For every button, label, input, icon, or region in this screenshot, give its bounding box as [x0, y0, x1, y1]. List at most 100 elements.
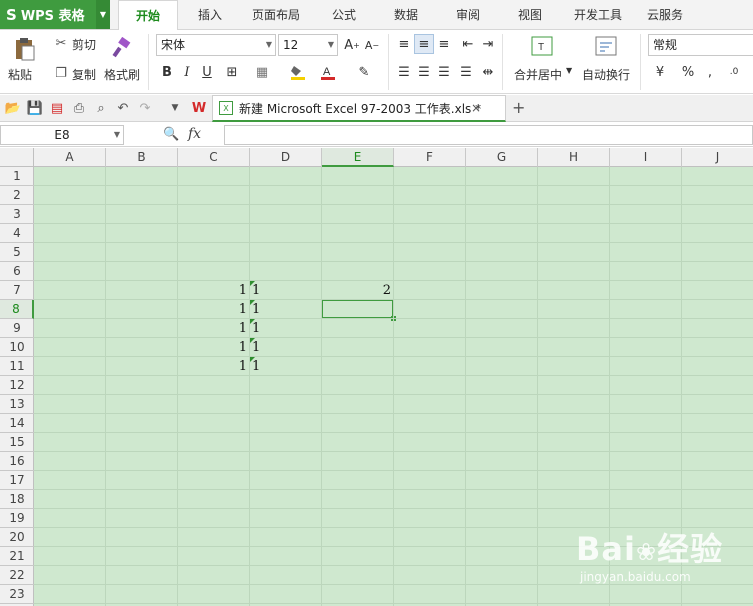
italic-icon[interactable]: I: [177, 62, 197, 82]
save-icon[interactable]: 💾: [26, 99, 44, 117]
chevron-down-icon[interactable]: ▼: [166, 99, 184, 117]
increase-decimal-icon[interactable]: .0: [724, 62, 744, 82]
column-header-c[interactable]: C: [178, 148, 250, 167]
cell-d11[interactable]: 1: [250, 357, 322, 376]
cell-c9[interactable]: 1: [178, 319, 250, 338]
align-right-icon[interactable]: ☰: [434, 62, 454, 82]
open-folder-icon[interactable]: 📂: [4, 99, 22, 117]
format-painter-icon[interactable]: [110, 36, 134, 60]
tab-home[interactable]: 开始: [118, 0, 178, 31]
align-middle-icon[interactable]: ≡: [414, 34, 434, 54]
row-header-18[interactable]: 18: [0, 490, 34, 509]
decrease-font-icon[interactable]: A −: [362, 35, 382, 55]
row-header-21[interactable]: 21: [0, 547, 34, 566]
cell-c7[interactable]: 1: [178, 281, 250, 300]
cell-c11[interactable]: 1: [178, 357, 250, 376]
row-header-22[interactable]: 22: [0, 566, 34, 585]
redo-icon[interactable]: ↷: [136, 99, 154, 117]
wrap-text-icon[interactable]: [594, 34, 618, 58]
error-indicator-icon[interactable]: [250, 338, 255, 343]
number-format-select[interactable]: 常规: [648, 34, 753, 56]
fill-color-icon[interactable]: [288, 62, 308, 82]
tab-view[interactable]: 视图: [506, 0, 554, 30]
column-header-f[interactable]: F: [394, 148, 466, 167]
wrap-text-button[interactable]: 自动换行: [582, 66, 630, 83]
font-name-select[interactable]: 宋体 ▼: [156, 34, 276, 56]
app-menu-button[interactable]: S WPS 表格 ▼: [0, 0, 110, 29]
bold-icon[interactable]: B: [157, 62, 177, 82]
align-bottom-icon[interactable]: ≡: [434, 34, 454, 54]
close-icon[interactable]: ×: [471, 101, 481, 115]
column-header-g[interactable]: G: [466, 148, 538, 167]
chevron-down-icon[interactable]: ▼: [566, 66, 572, 75]
cell-e7[interactable]: 2: [322, 281, 394, 300]
cell-d10[interactable]: 1: [250, 338, 322, 357]
row-header-2[interactable]: 2: [0, 186, 34, 205]
scissors-icon[interactable]: ✂: [52, 34, 70, 52]
thousands-icon[interactable]: ,: [700, 62, 720, 82]
active-cell-selection[interactable]: [321, 299, 394, 319]
justify-icon[interactable]: ☰: [456, 62, 476, 82]
row-header-8[interactable]: 8: [0, 300, 34, 319]
paste-icon[interactable]: [12, 36, 38, 62]
column-header-j[interactable]: J: [682, 148, 753, 167]
wps-logo-icon[interactable]: W: [190, 99, 208, 117]
export-pdf-icon[interactable]: ▤: [48, 99, 66, 117]
row-header-12[interactable]: 12: [0, 376, 34, 395]
increase-font-icon[interactable]: A +: [342, 35, 362, 55]
print-preview-icon[interactable]: ⌕: [92, 99, 110, 117]
indent-increase-icon[interactable]: ⇥: [478, 34, 498, 54]
align-left-icon[interactable]: ☰: [394, 62, 414, 82]
tab-review[interactable]: 审阅: [444, 0, 492, 30]
name-box[interactable]: E8 ▼: [0, 125, 124, 145]
column-header-e[interactable]: E: [322, 148, 394, 167]
row-header-16[interactable]: 16: [0, 452, 34, 471]
row-header-23[interactable]: 23: [0, 585, 34, 604]
percent-icon[interactable]: %: [678, 62, 698, 82]
font-size-select[interactable]: 12 ▼: [278, 34, 338, 56]
distribute-icon[interactable]: ⇹: [478, 62, 498, 82]
chevron-down-icon[interactable]: ▼: [96, 0, 110, 29]
cell-c8[interactable]: 1: [178, 300, 250, 319]
tab-cloud[interactable]: 云服务: [638, 0, 692, 30]
merge-center-button[interactable]: 合并居中: [514, 66, 562, 83]
row-header-6[interactable]: 6: [0, 262, 34, 281]
column-header-h[interactable]: H: [538, 148, 610, 167]
border-icon[interactable]: ⊞: [222, 62, 242, 82]
error-indicator-icon[interactable]: [250, 319, 255, 324]
row-header-1[interactable]: 1: [0, 167, 34, 186]
tab-page-layout[interactable]: 页面布局: [244, 0, 308, 30]
row-header-5[interactable]: 5: [0, 243, 34, 262]
document-tab[interactable]: X 新建 Microsoft Excel 97-2003 工作表.xls * ×: [212, 95, 506, 122]
row-header-13[interactable]: 13: [0, 395, 34, 414]
align-top-icon[interactable]: ≡: [394, 34, 414, 54]
cell-c10[interactable]: 1: [178, 338, 250, 357]
insert-function-icon[interactable]: fx: [188, 126, 201, 142]
underline-icon[interactable]: U: [197, 62, 217, 82]
cut-button[interactable]: 剪切: [72, 36, 96, 53]
cell-d8[interactable]: 1: [250, 300, 322, 319]
cell-d9[interactable]: 1: [250, 319, 322, 338]
row-header-19[interactable]: 19: [0, 509, 34, 528]
merge-center-icon[interactable]: T: [530, 34, 554, 58]
row-header-9[interactable]: 9: [0, 319, 34, 338]
paste-button[interactable]: 粘贴: [8, 66, 32, 83]
print-icon[interactable]: ⎙: [70, 99, 88, 117]
indent-decrease-icon[interactable]: ⇤: [458, 34, 478, 54]
row-header-4[interactable]: 4: [0, 224, 34, 243]
error-indicator-icon[interactable]: [250, 300, 255, 305]
cell-d7[interactable]: 1: [250, 281, 322, 300]
tab-formulas[interactable]: 公式: [320, 0, 368, 30]
currency-icon[interactable]: ¥: [650, 62, 670, 82]
plus-icon[interactable]: +: [512, 98, 525, 117]
font-color-icon[interactable]: A: [318, 62, 338, 82]
column-header-a[interactable]: A: [34, 148, 106, 167]
row-header-3[interactable]: 3: [0, 205, 34, 224]
select-all-corner[interactable]: [0, 148, 34, 167]
formula-input[interactable]: [224, 125, 753, 145]
align-center-icon[interactable]: ☰: [414, 62, 434, 82]
tab-developer[interactable]: 开发工具: [566, 0, 630, 30]
error-indicator-icon[interactable]: [250, 357, 255, 362]
row-header-7[interactable]: 7: [0, 281, 34, 300]
row-header-15[interactable]: 15: [0, 433, 34, 452]
